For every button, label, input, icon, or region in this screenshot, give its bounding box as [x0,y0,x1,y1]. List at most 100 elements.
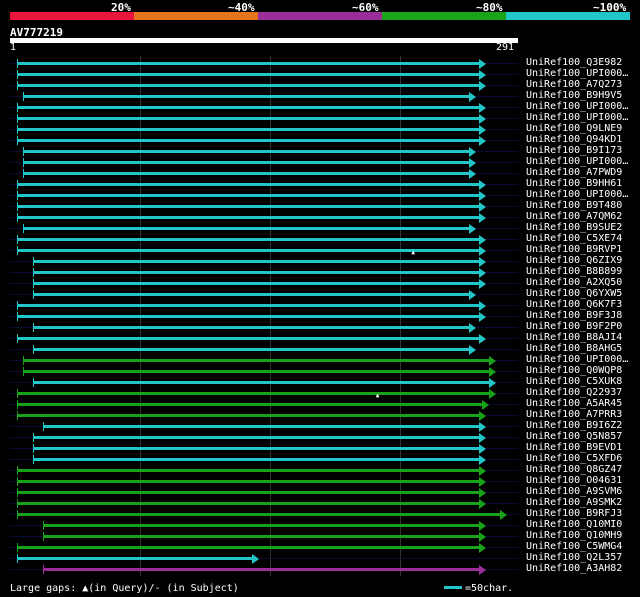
hit-name-link[interactable]: UniRef100_A2XQ50 [526,277,622,288]
hit-name-link[interactable]: UniRef100_UPI000… [526,68,628,79]
hit-arrow-icon [479,246,486,256]
hit-alignment-bar[interactable] [16,392,489,395]
hit-alignment-bar[interactable] [42,535,479,538]
hit-alignment-bar[interactable] [16,249,479,252]
hit-alignment-bar[interactable] [16,557,253,560]
hit-alignment-bar[interactable] [16,62,479,65]
hit-name-link[interactable]: UniRef100_B8AHG5 [526,343,622,354]
hit-name-link[interactable]: UniRef100_B8B899 [526,266,622,277]
hit-alignment-bar[interactable] [32,348,470,351]
hit-alignment-bar[interactable] [16,304,479,307]
hit-name-link[interactable]: UniRef100_B9F2P0 [526,321,622,332]
hit-name-link[interactable]: UniRef100_A5AR45 [526,398,622,409]
hit-name-link[interactable]: UniRef100_B8AJI4 [526,332,622,343]
hit-alignment-bar[interactable] [23,95,470,98]
hit-name-link[interactable]: UniRef100_Q9LNE9 [526,123,622,134]
hit-alignment-bar[interactable] [16,128,479,131]
hit-alignment-bar[interactable] [16,106,479,109]
hit-name-link[interactable]: UniRef100_Q94KD1 [526,134,622,145]
hit-alignment-bar[interactable] [23,172,470,175]
hit-name-link[interactable]: UniRef100_UPI000… [526,354,628,365]
hit-alignment-bar[interactable] [16,315,479,318]
hit-name-link[interactable]: UniRef100_UPI000… [526,156,628,167]
hit-name-link[interactable]: UniRef100_UPI000… [526,189,628,200]
hit-alignment-bar[interactable] [32,293,470,296]
hit-alignment-bar[interactable] [16,480,479,483]
hit-alignment-bar[interactable] [32,271,479,274]
hit-arrow-icon [479,477,486,487]
hit-name-link[interactable]: UniRef100_Q6K7F3 [526,299,622,310]
hit-alignment-bar[interactable] [16,84,479,87]
hit-alignment-bar[interactable] [16,183,479,186]
hit-name-link[interactable]: UniRef100_B9I173 [526,145,622,156]
hit-name-link[interactable]: UniRef100_Q6ZIX9 [526,255,622,266]
hit-arrow-icon [479,257,486,267]
hit-name-link[interactable]: UniRef100_B9RVP1 [526,244,622,255]
hit-alignment-bar[interactable] [16,414,479,417]
hit-name-link[interactable]: UniRef100_B9EVD1 [526,442,622,453]
hit-name-link[interactable]: UniRef100_B9I6Z2 [526,420,622,431]
hit-name-link[interactable]: UniRef100_A7PWD9 [526,167,622,178]
hit-name-link[interactable]: UniRef100_Q10MI0 [526,519,622,530]
hit-alignment-bar[interactable] [16,205,479,208]
hit-name-link[interactable]: UniRef100_C5XUK8 [526,376,622,387]
hit-name-link[interactable]: UniRef100_Q22937 [526,387,622,398]
hit-alignment-bar[interactable] [16,403,483,406]
hit-alignment-bar[interactable] [23,161,470,164]
hit-alignment-bar[interactable] [32,260,479,263]
hit-alignment-bar[interactable] [32,458,479,461]
hit-alignment-bar[interactable] [16,216,479,219]
hit-name-link[interactable]: UniRef100_UPI000… [526,112,628,123]
hit-name-link[interactable]: UniRef100_A3AH82 [526,563,622,574]
hit-name-link[interactable]: UniRef100_B9H9V5 [526,90,622,101]
hit-alignment-bar[interactable] [32,326,470,329]
hit-name-link[interactable]: UniRef100_B9RFJ3 [526,508,622,519]
hit-name-link[interactable]: UniRef100_A7QM62 [526,211,622,222]
hit-alignment-bar[interactable] [32,447,479,450]
hit-alignment-bar[interactable] [23,227,470,230]
hit-name-link[interactable]: UniRef100_O04631 [526,475,622,486]
legend-color-bar [10,12,630,20]
hit-name-link[interactable]: UniRef100_Q8GZ47 [526,464,622,475]
hit-alignment-bar[interactable] [23,359,489,362]
hit-alignment-bar[interactable] [16,73,479,76]
hit-name-link[interactable]: UniRef100_B9SUE2 [526,222,622,233]
hit-name-link[interactable]: UniRef100_Q5N857 [526,431,622,442]
hit-name-link[interactable]: UniRef100_C5WMG4 [526,541,622,552]
hit-name-link[interactable]: UniRef100_A9SVM6 [526,486,622,497]
hit-alignment-bar[interactable] [23,370,489,373]
hit-name-link[interactable]: UniRef100_Q6YXW5 [526,288,622,299]
hit-name-link[interactable]: UniRef100_Q10MH9 [526,530,622,541]
hit-alignment-bar[interactable] [16,238,479,241]
hit-alignment-bar[interactable] [32,381,489,384]
hit-name-link[interactable]: UniRef100_Q0WQP8 [526,365,622,376]
hit-alignment-bar[interactable] [16,491,479,494]
hit-name-link[interactable]: UniRef100_Q3E982 [526,57,622,68]
hit-name-link[interactable]: UniRef100_C5XFD6 [526,453,622,464]
hit-name-link[interactable]: UniRef100_B9HH61 [526,178,622,189]
hit-alignment-bar[interactable] [16,194,479,197]
hit-alignment-bar[interactable] [23,150,470,153]
hit-name-link[interactable]: UniRef100_C5XE74 [526,233,622,244]
hit-alignment-bar[interactable] [16,117,479,120]
hit-name-link[interactable]: UniRef100_Q2L357 [526,552,622,563]
hit-name-link[interactable]: UniRef100_B9T480 [526,200,622,211]
hit-alignment-bar[interactable] [16,337,479,340]
hit-alignment-bar[interactable] [32,436,479,439]
hit-name-link[interactable]: UniRef100_A7Q273 [526,79,622,90]
hit-name-link[interactable]: UniRef100_A7PRR3 [526,409,622,420]
hit-alignment-bar[interactable] [16,139,479,142]
hit-name-link[interactable]: UniRef100_A9SMK2 [526,497,622,508]
hit-arrow-icon [469,323,477,333]
hit-name-link[interactable]: UniRef100_B9F3J8 [526,310,622,321]
hit-alignment-bar[interactable] [16,469,479,472]
hit-alignment-bar[interactable] [16,546,479,549]
hit-alignment-bar[interactable] [42,524,479,527]
hit-alignment-bar[interactable] [42,568,479,571]
hit-arrow-icon [479,411,486,421]
hit-alignment-bar[interactable] [16,513,501,516]
hit-alignment-bar[interactable] [42,425,479,428]
hit-name-link[interactable]: UniRef100_UPI000… [526,101,628,112]
hit-alignment-bar[interactable] [32,282,479,285]
hit-alignment-bar[interactable] [16,502,479,505]
